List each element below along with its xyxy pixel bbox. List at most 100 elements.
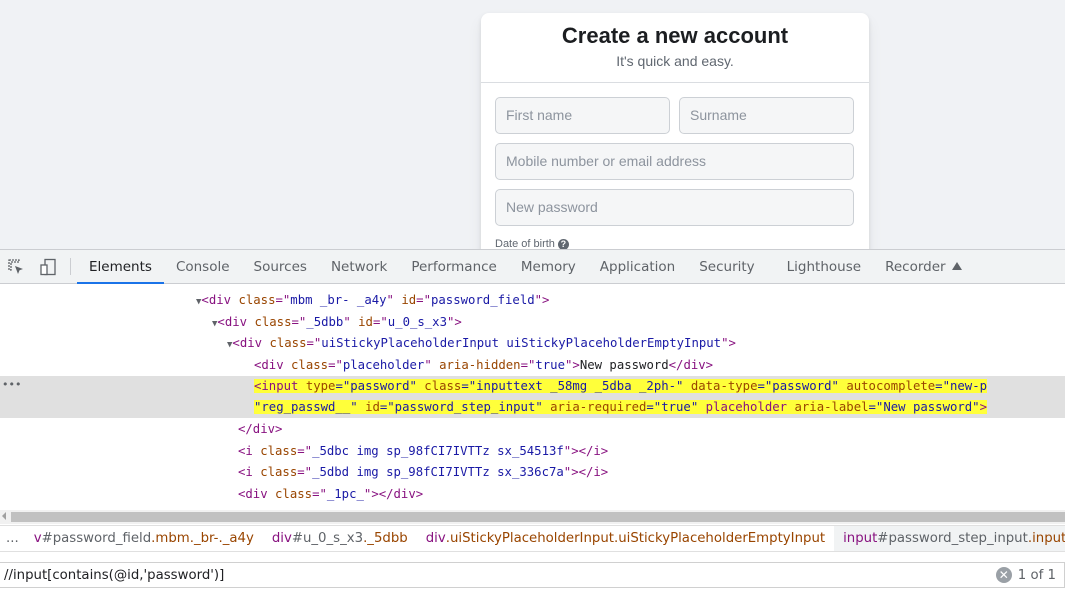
breadcrumb-more[interactable]: ...: [0, 531, 25, 546]
flask-icon: [951, 261, 962, 270]
attr-name: aria-required: [550, 400, 647, 414]
attr-name: class: [238, 293, 276, 307]
breadcrumb: ... v #password_field .mbm._br-._a4y div #u_…: [0, 525, 1065, 552]
tab-memory[interactable]: Memory: [509, 250, 588, 283]
horizontal-scrollbar[interactable]: [0, 510, 1065, 524]
dom-node-selected-cont[interactable]: "reg_passwd__" id="password_step_input" …: [254, 397, 1065, 418]
dom-tree: ••• ▼<div class="mbm _br- _a4y" id="pass…: [0, 284, 1065, 510]
crumb-class: .uiStickyPlaceholderInput.uiStickyPlaceh…: [445, 531, 826, 546]
attr-name: class: [291, 358, 329, 372]
tab-security[interactable]: Security: [687, 250, 766, 283]
attr-value: password_field: [430, 293, 535, 307]
attr-value: _1pc_: [326, 487, 364, 501]
clear-search-icon[interactable]: ✕: [995, 567, 1012, 583]
tag-open: <div: [232, 336, 263, 350]
help-icon[interactable]: ?: [557, 238, 569, 249]
attr-eq: =": [520, 358, 536, 372]
web-page: Create a new account It's quick and easy…: [0, 0, 1065, 249]
inspect-element-icon[interactable]: [0, 250, 32, 283]
attr-value: placeholder: [342, 358, 425, 372]
attr-quote: ": [534, 293, 543, 307]
device-toolbar-icon[interactable]: [32, 250, 64, 283]
attr-name: id: [365, 400, 380, 414]
dob-text: Date of birth: [495, 238, 555, 249]
tag-token: >: [979, 400, 987, 414]
attr-value: mbm _br- _a4y: [290, 293, 387, 307]
tag-token: <input: [254, 379, 299, 393]
dom-node[interactable]: <i class="_5dbd img sp_98fCI7IVTTz sx_33…: [238, 462, 1065, 483]
toolbar-separator: [70, 258, 71, 275]
surname-field[interactable]: Surname: [679, 97, 854, 134]
password-field[interactable]: New password: [495, 189, 854, 226]
contact-field[interactable]: Mobile number or email address: [495, 143, 854, 180]
dom-node[interactable]: <div class="_1pc_"></div>: [238, 484, 1065, 505]
tag-open: <i: [238, 465, 253, 479]
breadcrumb-item[interactable]: div .uiStickyPlaceholderInput.uiStickyPla…: [417, 526, 834, 551]
scroll-left-icon[interactable]: [2, 512, 6, 520]
crumb-class: .inputtext.: [1027, 531, 1065, 546]
attr-value: true: [535, 358, 565, 372]
xpath-search-input[interactable]: [0, 567, 996, 583]
attr-value: ="new-p: [935, 379, 987, 393]
crumb-class: ._5dbb: [363, 531, 408, 546]
tab-application[interactable]: Application: [588, 250, 687, 283]
attr-eq: =": [297, 465, 313, 479]
dom-search-bar: ✕ 1 of 1: [0, 562, 1065, 588]
attr-name: autocomplete: [846, 379, 936, 393]
crumb-id: #u_0_s_x3: [291, 531, 364, 546]
attr-value: uiStickyPlaceholderInput uiStickyPlaceho…: [321, 336, 722, 350]
crumb-tag: v: [33, 531, 42, 546]
attr-eq: =": [312, 487, 327, 501]
dom-node[interactable]: <div class="placeholder" aria-hidden="tr…: [254, 355, 1065, 376]
tag-close: </div>: [378, 487, 424, 501]
attr-value: "reg_passwd__": [254, 400, 358, 414]
tab-elements[interactable]: Elements: [77, 250, 164, 284]
dom-node[interactable]: ▼<div class="_5dbb" id="u_0_s_x3">: [212, 312, 1065, 333]
attr-value: ="password_step_input": [379, 400, 543, 414]
attr-eq: =": [291, 315, 307, 329]
breadcrumb-item[interactable]: v #password_field .mbm._br-._a4y: [25, 526, 263, 551]
tab-performance[interactable]: Performance: [399, 250, 509, 283]
breadcrumb-item[interactable]: input#password_step_input.inputtext.: [834, 526, 1065, 551]
scrollbar-thumb[interactable]: [11, 512, 1065, 522]
attr-value: ="inputtext _58mg _5dba _2ph-": [461, 379, 684, 393]
attr-name: class: [275, 487, 313, 501]
tag-open: <div: [254, 358, 284, 372]
breadcrumb-item[interactable]: div #u_0_s_x3 ._5dbb: [263, 526, 417, 551]
tag-end: >: [454, 315, 462, 329]
attr-value: _5dbd img sp_98fCI7IVTTz sx_336c7a: [312, 465, 564, 479]
tab-console[interactable]: Console: [164, 250, 242, 283]
tag-open: <div: [217, 315, 248, 329]
crumb-class: .mbm._br-._a4y: [151, 531, 254, 546]
crumb-id: #password_field: [41, 531, 152, 546]
attr-eq: =": [372, 315, 388, 329]
match-count: 1 of 1: [1018, 563, 1065, 587]
attr-eq: =": [275, 293, 291, 307]
tab-sources[interactable]: Sources: [242, 250, 319, 283]
dom-close-tag[interactable]: </div>: [238, 419, 1065, 440]
node-menu-icon[interactable]: •••: [2, 378, 21, 391]
dom-node[interactable]: ▼<div class="uiStickyPlaceholderInput ui…: [227, 333, 1065, 354]
card-header: Create a new account It's quick and easy…: [481, 13, 869, 83]
dom-node-selected[interactable]: <input type="password" class="inputtext …: [254, 376, 1065, 397]
tag-end: >: [571, 444, 579, 458]
attr-name: class: [254, 315, 292, 329]
crumb-tag: div: [425, 531, 446, 546]
attr-eq: =": [297, 444, 313, 458]
attr-value: ="password": [335, 379, 417, 393]
attr-quote: ": [343, 315, 351, 329]
node-text: New password: [579, 358, 669, 372]
dom-node[interactable]: <i class="_5dbc img sp_98fCI7IVTTz sx_54…: [238, 441, 1065, 462]
attr-eq: =": [328, 358, 343, 372]
tab-recorder[interactable]: Recorder: [873, 250, 974, 283]
dom-node[interactable]: ▼<div class="mbm _br- _a4y" id="password…: [196, 290, 1065, 311]
page-title: Create a new account: [561, 23, 789, 48]
tag-open: <div: [238, 487, 268, 501]
tab-lighthouse[interactable]: Lighthouse: [767, 250, 873, 283]
tag-end: >: [571, 465, 579, 479]
tag-end: >: [371, 487, 379, 501]
attr-value: u_0_s_x3: [387, 315, 447, 329]
first-name-field[interactable]: First name: [495, 97, 670, 134]
attr-eq: =": [416, 293, 431, 307]
tab-network[interactable]: Network: [319, 250, 399, 283]
